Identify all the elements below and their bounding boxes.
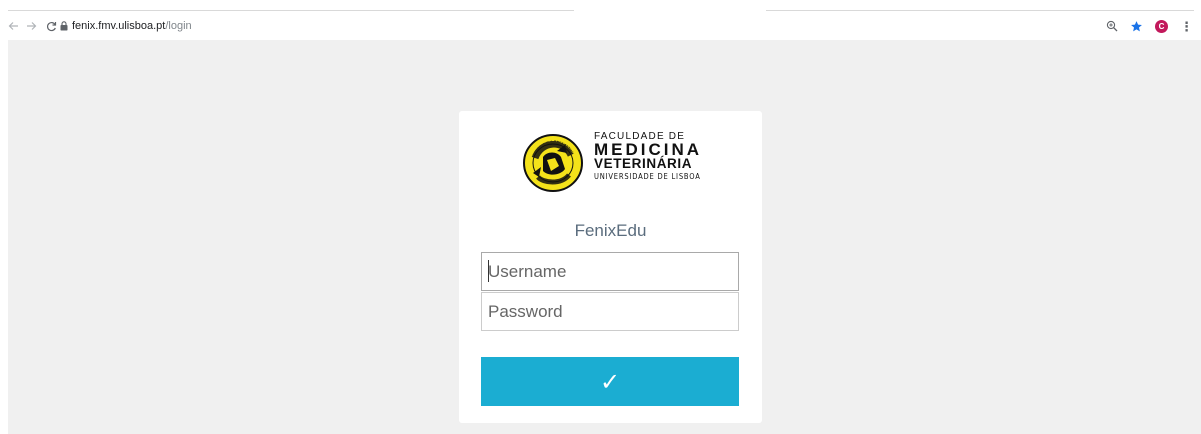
url-host: fenix.fmv.ulisboa.pt bbox=[72, 20, 166, 32]
back-arrow-icon[interactable] bbox=[4, 14, 22, 38]
logo-wordmark: FACULDADE DE MEDICINA VETERINÁRIA UNIVER… bbox=[594, 131, 706, 182]
tab-strip-divider bbox=[766, 10, 1194, 11]
faculty-seal-icon: FACULDADE DE MEDICINA VETERINÁRIA bbox=[521, 133, 583, 192]
profile-initial: C bbox=[1155, 19, 1168, 33]
address-bar[interactable]: fenix.fmv.ulisboa.pt/login bbox=[60, 16, 192, 36]
login-submit-button[interactable]: ✓ bbox=[481, 357, 739, 406]
login-card: FACULDADE DE MEDICINA VETERINÁRIA FACULD… bbox=[459, 111, 762, 423]
tab-strip-divider bbox=[8, 10, 574, 11]
browser-chrome: fenix.fmv.ulisboa.pt/login C ⋮ bbox=[0, 0, 1201, 40]
zoom-icon[interactable] bbox=[1106, 20, 1118, 32]
bookmark-star-icon[interactable] bbox=[1130, 20, 1143, 33]
url-text: fenix.fmv.ulisboa.pt/login bbox=[72, 20, 192, 32]
kebab-menu-icon[interactable]: ⋮ bbox=[1180, 20, 1193, 33]
logo-line-medicina: MEDICINA bbox=[594, 140, 703, 159]
faculty-logo: FACULDADE DE MEDICINA VETERINÁRIA FACULD… bbox=[521, 131, 706, 201]
browser-toolbar: fenix.fmv.ulisboa.pt/login C ⋮ bbox=[0, 14, 1201, 38]
password-field[interactable] bbox=[481, 292, 739, 331]
lock-icon bbox=[60, 21, 68, 31]
url-path: /login bbox=[165, 20, 192, 32]
username-field[interactable] bbox=[481, 252, 739, 291]
logo-line-universidade: UNIVERSIDADE DE LISBOA bbox=[594, 172, 701, 181]
app-title: FenixEdu bbox=[574, 221, 647, 240]
checkmark-icon: ✓ bbox=[599, 367, 621, 396]
browser-actions: C ⋮ bbox=[1106, 14, 1193, 38]
forward-arrow-icon[interactable] bbox=[22, 14, 40, 38]
text-cursor bbox=[488, 260, 489, 282]
reload-icon[interactable] bbox=[42, 14, 60, 38]
profile-avatar[interactable]: C bbox=[1155, 19, 1168, 33]
logo-line-veterinaria: VETERINÁRIA bbox=[594, 156, 693, 171]
